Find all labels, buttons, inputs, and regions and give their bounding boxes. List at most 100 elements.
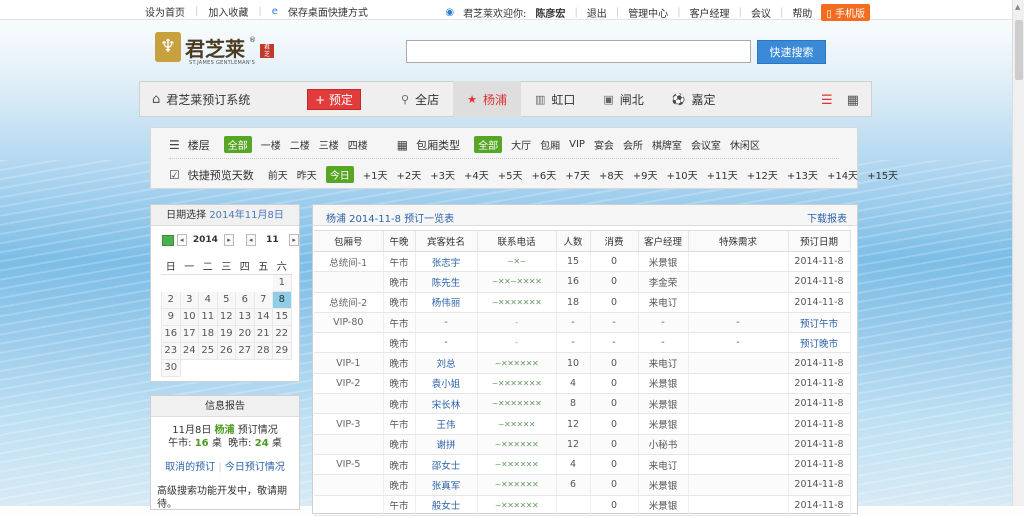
calendar-day[interactable]: 12 [216,307,236,326]
meeting-link[interactable]: 会议 [751,5,771,20]
cell-name[interactable]: - [415,312,478,334]
calendar-day[interactable]: 25 [198,341,218,360]
day-option[interactable]: +15天 [867,167,898,182]
prev-month-button[interactable]: ◂ [245,234,256,246]
next-year-button[interactable]: ▸ [224,234,234,246]
floor-4[interactable]: 四楼 [348,137,368,152]
scroll-up-icon[interactable]: ▲ [1015,3,1020,11]
calendar-day[interactable]: 9 [161,307,181,326]
calendar-day[interactable]: 15 [272,307,292,326]
calendar-day[interactable]: 24 [179,341,199,360]
brand-logo[interactable]: ♆ 君芝莱 ® 君芝 ST.JAMES GENTLEMAN'S [155,32,274,66]
room-type-chess[interactable]: 棋牌室 [652,137,682,152]
tab-all-stores[interactable]: ⚲ 全店 [387,81,453,117]
help-link[interactable]: 帮助 [792,5,812,20]
save-shortcut-link[interactable]: 保存桌面快捷方式 [288,4,368,19]
calendar-day[interactable]: 11 [198,307,218,326]
day-option[interactable]: +12天 [747,167,778,182]
tab-jiading[interactable]: ⚽ 嘉定 [658,81,730,117]
tab-zhabei[interactable]: ▣ 闸北 [589,81,657,117]
calendar-day[interactable]: 6 [235,290,255,309]
calendar-day[interactable]: 4 [198,290,218,309]
cell-name[interactable]: 杨伟丽 [415,292,478,313]
page-scrollbar[interactable]: ▲ [1012,0,1024,506]
search-input[interactable] [406,40,751,63]
mobile-version-button[interactable]: ▯ 手机版 [821,4,870,21]
day-option[interactable]: +7天 [565,167,590,182]
room-type-all[interactable]: 全部 [474,136,503,153]
account-manager-link[interactable]: 客户经理 [690,5,730,20]
calendar-day[interactable]: 19 [216,324,236,343]
calendar-day[interactable]: 27 [235,341,255,360]
day-option[interactable]: 前天 [268,167,288,182]
grid-view-icon[interactable]: ▦ [847,93,859,108]
calendar-day[interactable]: 20 [235,324,255,343]
room-type-hall[interactable]: 大厅 [511,137,531,152]
calendar-day[interactable]: 17 [179,324,199,343]
book-button[interactable]: + 预定 [307,88,361,110]
day-option[interactable]: +13天 [787,167,818,182]
cell-date[interactable]: 预订晚市 [788,332,851,354]
admin-center-link[interactable]: 管理中心 [628,5,668,20]
logout-link[interactable]: 退出 [587,5,607,20]
room-type-club[interactable]: 会所 [623,137,643,152]
cell-name[interactable]: 袁小姐 [415,373,478,395]
day-option[interactable]: +6天 [532,167,557,182]
download-report-link[interactable]: 下载报表 [807,210,847,225]
day-option[interactable]: +10天 [667,167,698,182]
quick-search-button[interactable]: 快速搜索 [757,40,826,64]
tab-yangpu[interactable]: ★ 杨浦 [453,81,521,117]
calendar-day[interactable]: 1 [272,273,292,292]
cell-name[interactable]: - [415,332,478,354]
calendar-day[interactable]: 13 [235,307,255,326]
room-type-lounge[interactable]: 休闲区 [730,137,760,152]
room-type-private[interactable]: 包厢 [540,137,560,152]
day-option[interactable]: +1天 [363,167,388,182]
day-option[interactable]: 昨天 [297,167,317,182]
calendar-day[interactable]: 18 [198,324,218,343]
calendar-day[interactable]: 21 [253,324,273,343]
calendar-day[interactable]: 22 [272,324,292,343]
room-type-banquet[interactable]: 宴会 [594,137,614,152]
cell-name[interactable]: 张志宇 [415,251,478,273]
day-option[interactable]: +14天 [827,167,858,182]
calendar-day[interactable]: 2 [161,290,181,309]
calendar-day[interactable]: 10 [179,307,199,326]
floor-2[interactable]: 二楼 [290,137,310,152]
room-type-vip[interactable]: VIP [569,139,585,150]
set-homepage-link[interactable]: 设为首页 [145,4,185,19]
calendar-day[interactable]: 5 [216,290,236,309]
cell-date[interactable]: 预订午市 [788,312,851,334]
floor-1[interactable]: 一楼 [261,137,281,152]
floor-3[interactable]: 三楼 [319,137,339,152]
calendar-day[interactable]: 7 [253,290,273,309]
prev-year-button[interactable]: ◂ [176,234,187,246]
floor-all[interactable]: 全部 [223,136,252,153]
calendar-day[interactable]: 30 [161,358,181,377]
day-option[interactable]: +11天 [707,167,738,182]
tab-hongkou[interactable]: ▥ 虹口 [521,81,589,117]
day-option[interactable]: +9天 [633,167,658,182]
room-type-meeting[interactable]: 会议室 [691,137,721,152]
cell-name[interactable]: 刘总 [415,352,478,374]
today-bookings-link[interactable]: 今日预订情况 [225,462,285,473]
add-favorite-link[interactable]: 加入收藏 [208,4,248,19]
list-view-icon[interactable]: ☰ [821,93,833,108]
cell-name[interactable]: 王伟 [415,413,478,435]
calendar-grid-icon[interactable] [162,234,174,246]
day-option[interactable]: +4天 [464,167,489,182]
calendar-day[interactable]: 26 [216,341,236,360]
calendar-day[interactable]: 16 [161,324,181,343]
day-option[interactable]: +8天 [599,167,624,182]
cell-name[interactable]: 张真军 [415,474,478,496]
scrollbar-thumb[interactable] [1015,20,1023,80]
cell-name[interactable]: 邵女士 [415,454,478,476]
calendar-day[interactable]: 29 [272,341,292,360]
calendar-day[interactable]: 23 [161,341,181,360]
day-option[interactable]: +3天 [430,167,455,182]
system-home-link[interactable]: ⌂ 君芝莱预订系统 [140,91,307,108]
calendar-day[interactable]: 14 [253,307,273,326]
calendar-day[interactable]: 3 [179,290,199,309]
cell-name[interactable]: 陈先生 [415,271,478,293]
day-option[interactable]: +2天 [397,167,422,182]
